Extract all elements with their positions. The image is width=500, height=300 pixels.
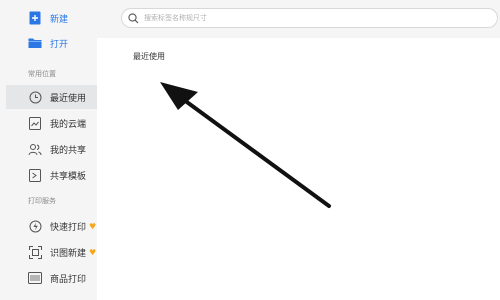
sidebar-item-product-print[interactable]: 商品打印 (6, 266, 97, 290)
sidebar-item-shared-template[interactable]: 共享模板 (6, 163, 97, 187)
sidebar-item-label: 我的共享 (50, 145, 87, 156)
open-label: 打开 (50, 39, 69, 50)
folder-icon (27, 35, 43, 51)
search-icon (128, 12, 140, 24)
sidebar-item-label: 商品打印 (50, 274, 87, 285)
vip-crown-icon: ♥ (89, 247, 97, 257)
section-title-common: 常用位置 (28, 70, 56, 78)
open-button[interactable]: 打开 (6, 31, 97, 55)
template-icon (27, 167, 43, 183)
sidebar-item-label: 共享模板 (50, 171, 87, 182)
section-title-print: 打印服务 (28, 197, 56, 205)
vip-crown-icon: ♥ (89, 221, 97, 231)
sidebar-item-image-recognition[interactable]: 识图新建 ♥ (6, 240, 97, 264)
print-icon (27, 218, 43, 234)
clock-icon (27, 89, 43, 105)
new-button[interactable]: 新建 (6, 6, 97, 30)
sidebar-item-label: 最近使用 (50, 93, 87, 104)
sidebar-item-label: 快速打印 (50, 222, 87, 233)
users-icon (27, 141, 43, 157)
page-title: 最近使用 (133, 52, 165, 61)
sidebar-item-my-cloud[interactable]: 我的云端 (6, 111, 97, 135)
scan-icon (27, 244, 43, 260)
sidebar-item-label: 我的云端 (50, 119, 87, 130)
sidebar-item-label: 识图新建 (50, 248, 87, 259)
search-box[interactable] (121, 8, 498, 28)
sidebar: 新建 打开 常用位置 最近使用 我的云端 我的共享 共享模板 打印服务 快速打印… (0, 0, 97, 300)
sidebar-item-my-share[interactable]: 我的共享 (6, 137, 97, 161)
cloud-file-icon (27, 115, 43, 131)
sidebar-item-recent[interactable]: 最近使用 (6, 85, 97, 109)
new-label: 新建 (50, 14, 69, 25)
new-file-icon (27, 10, 43, 26)
product-icon (27, 270, 43, 286)
sidebar-item-quick-print[interactable]: 快速打印 ♥ (6, 214, 97, 238)
main-content (121, 38, 500, 300)
search-input[interactable] (144, 14, 464, 22)
